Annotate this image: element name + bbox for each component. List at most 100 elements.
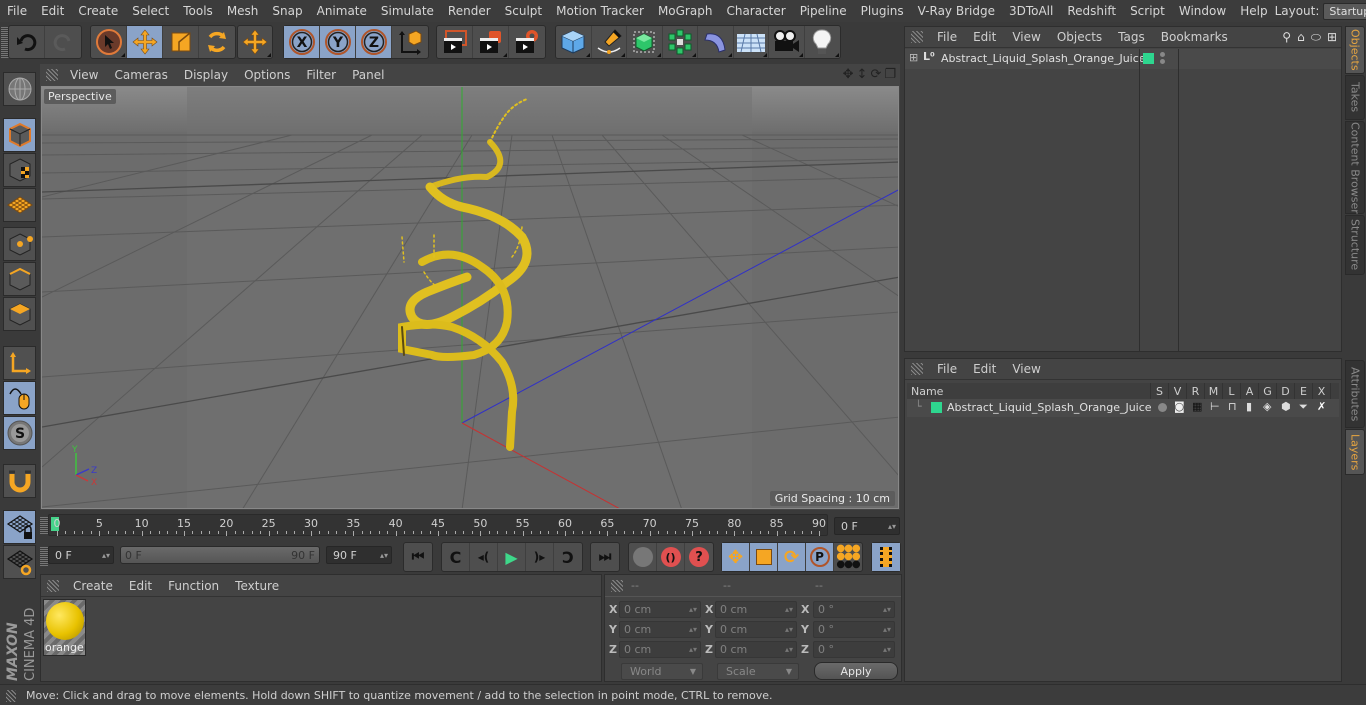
viewport-menu-panel[interactable]: Panel <box>344 68 392 82</box>
edge-mode-button[interactable] <box>3 262 36 296</box>
lm-menu-edit[interactable]: Edit <box>965 362 1004 376</box>
lm-menu-file[interactable]: File <box>929 362 965 376</box>
lm-menu-view[interactable]: View <box>1004 362 1048 376</box>
layer-column-r[interactable]: R <box>1187 383 1205 399</box>
unlock-icon[interactable]: ⊓ <box>1228 400 1237 413</box>
expand-icon[interactable]: ⊞ <box>909 51 918 64</box>
layer-column-s[interactable]: S <box>1151 383 1169 399</box>
render-view-button[interactable] <box>437 26 473 58</box>
panel-grip[interactable] <box>46 69 58 81</box>
panel-grip[interactable] <box>47 579 59 592</box>
size-x-field[interactable]: 0 cm ▴▾ <box>715 601 797 618</box>
spinner-icon[interactable]: ▴▾ <box>883 625 891 634</box>
viewport-menu-filter[interactable]: Filter <box>298 68 344 82</box>
make-editable-button[interactable] <box>3 72 36 106</box>
layer-column-l[interactable]: L <box>1223 383 1241 399</box>
layer-color-swatch[interactable] <box>1143 53 1154 64</box>
animation-icon[interactable]: ▮ <box>1246 400 1252 413</box>
manager-hierarchy-icon[interactable]: ⊢ <box>1210 400 1220 413</box>
motion-path-button[interactable] <box>629 543 657 571</box>
material-menu-texture[interactable]: Texture <box>227 579 287 593</box>
play-button[interactable]: ▶ <box>498 543 526 571</box>
size-z-field[interactable]: 0 cm ▴▾ <box>715 641 797 658</box>
spinner-icon[interactable]: ▴▾ <box>883 645 891 654</box>
menu-pipeline[interactable]: Pipeline <box>793 4 854 18</box>
menu-sculpt[interactable]: Sculpt <box>498 4 549 18</box>
editor-visibility-dot[interactable] <box>1160 52 1165 57</box>
render-picture-viewer-button[interactable] <box>473 26 509 58</box>
rotation-y-field[interactable]: 0 ° ▴▾ <box>813 621 895 638</box>
previous-frame-button[interactable]: ◂( <box>470 543 498 571</box>
home-icon[interactable]: ⌂ <box>1297 30 1305 45</box>
rotation-z-field[interactable]: 0 ° ▴▾ <box>813 641 895 658</box>
panel-grip[interactable] <box>911 363 923 375</box>
texture-mode-button[interactable] <box>3 153 36 187</box>
om-menu-bookmarks[interactable]: Bookmarks <box>1153 30 1236 44</box>
goto-end-button[interactable]: ⏭ <box>591 543 619 571</box>
layer-column-d[interactable]: D <box>1277 383 1295 399</box>
viewport-menu-cameras[interactable]: Cameras <box>106 68 175 82</box>
scale-tool-button[interactable] <box>163 26 199 58</box>
enable-axis-button[interactable] <box>3 346 36 380</box>
x-axis-lock-button[interactable]: X <box>284 26 320 58</box>
spinner-icon[interactable]: ▴▾ <box>888 522 896 531</box>
tab-objects[interactable]: Objects <box>1345 26 1365 74</box>
om-menu-file[interactable]: File <box>929 30 965 44</box>
next-key-button[interactable]: Ↄ <box>554 543 582 571</box>
subdivision-button[interactable] <box>627 26 663 58</box>
spinner-icon[interactable]: ▴▾ <box>689 625 697 634</box>
new-view-icon[interactable]: ⊞ <box>1327 30 1337 45</box>
menu-snap[interactable]: Snap <box>265 4 309 18</box>
menu-window[interactable]: Window <box>1172 4 1233 18</box>
polygon-mode-button[interactable] <box>3 297 36 331</box>
spinner-icon[interactable]: ▴▾ <box>689 645 697 654</box>
autokey-button[interactable]: ? <box>685 543 713 571</box>
light-button[interactable] <box>805 26 840 58</box>
timeline-window-button[interactable] <box>872 543 900 571</box>
point-mode-button[interactable] <box>3 227 36 261</box>
spinner-icon[interactable]: ▴▾ <box>785 605 793 614</box>
camera-button[interactable] <box>769 26 805 58</box>
menu-vray-bridge[interactable]: V-Ray Bridge <box>911 4 1002 18</box>
tweak-mode-button[interactable] <box>3 381 36 415</box>
orbit-icon[interactable]: ⟳ <box>870 67 881 82</box>
menu-mograph[interactable]: MoGraph <box>651 4 720 18</box>
cube-button[interactable] <box>556 26 592 58</box>
deformers-icon[interactable]: ⬢ <box>1281 400 1291 413</box>
spinner-icon[interactable]: ▴▾ <box>785 625 793 634</box>
workplane-mode-button[interactable] <box>3 188 36 222</box>
spinner-icon[interactable]: ▴▾ <box>883 605 891 614</box>
render-settings-button[interactable] <box>509 26 545 58</box>
layer-column-x[interactable]: X <box>1313 383 1331 399</box>
layer-row[interactable]: └ Abstract_Liquid_Splash_Orange_Juice ◙ … <box>907 399 1339 417</box>
end-frame-field[interactable]: 90 F ▴▾ <box>326 546 392 564</box>
viewport-menu-view[interactable]: View <box>62 68 106 82</box>
locked-workplane-button[interactable] <box>3 510 36 544</box>
layer-column-a[interactable]: A <box>1241 383 1259 399</box>
goto-start-button[interactable]: ⏮ <box>404 543 432 571</box>
material-menu-create[interactable]: Create <box>65 579 121 593</box>
panel-grip[interactable] <box>911 31 923 43</box>
layer-name[interactable]: Abstract_Liquid_Splash_Orange_Juice <box>947 401 1152 414</box>
om-menu-tags[interactable]: Tags <box>1110 30 1153 44</box>
3d-viewport[interactable]: Y Z X Perspective Grid Spacing : 10 cm <box>41 86 899 509</box>
view-eye-icon[interactable]: ◙ <box>1174 400 1185 413</box>
menu-render[interactable]: Render <box>441 4 498 18</box>
floor-button[interactable] <box>734 26 769 58</box>
position-z-field[interactable]: 0 cm ▴▾ <box>619 641 701 658</box>
layer-column-m[interactable]: M <box>1205 383 1223 399</box>
next-frame-button[interactable]: )▸ <box>526 543 554 571</box>
viewport-menu-display[interactable]: Display <box>176 68 236 82</box>
current-frame-field[interactable]: 0 F ▴▾ <box>834 517 900 535</box>
spinner-icon[interactable]: ▴▾ <box>689 605 697 614</box>
coordinate-system-button[interactable] <box>392 26 428 58</box>
menu-edit[interactable]: Edit <box>34 4 71 18</box>
move-tool-button[interactable] <box>127 26 163 58</box>
scale-mode-select[interactable]: Scale ▼ <box>717 663 799 680</box>
tab-structure[interactable]: Structure <box>1345 215 1365 275</box>
expressions-icon[interactable]: ⏷ <box>1299 400 1308 414</box>
om-menu-view[interactable]: View <box>1004 30 1048 44</box>
menu-select[interactable]: Select <box>125 4 176 18</box>
solo-toggle-icon[interactable] <box>1158 403 1167 412</box>
material-menu-function[interactable]: Function <box>160 579 227 593</box>
